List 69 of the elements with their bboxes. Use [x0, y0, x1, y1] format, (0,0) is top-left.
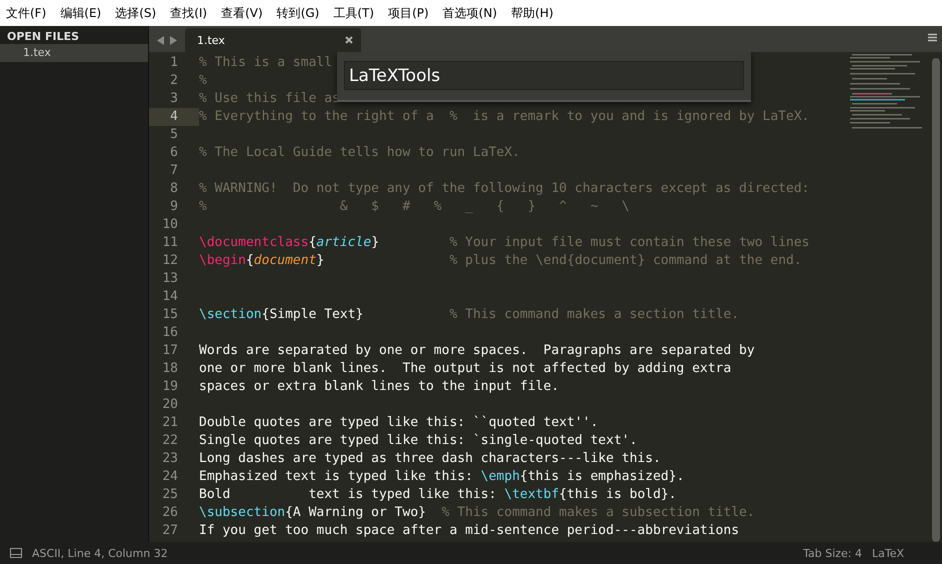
tab-size[interactable]: Tab Size: 4 — [803, 546, 862, 560]
line-number: 18 — [161, 360, 179, 378]
code-line: Long dashes are typed as three dash characters---like this. — [199, 450, 661, 468]
line-number: 21 — [161, 414, 179, 432]
line-number: 23 — [161, 450, 179, 468]
line-number: 9 — [169, 198, 179, 216]
line-number: 5 — [169, 126, 179, 144]
line-number: 7 — [169, 162, 179, 180]
line-number: 26 — [161, 504, 179, 522]
menu-item[interactable]: 项目(P) — [388, 4, 436, 22]
menu-item[interactable]: 工具(T) — [333, 4, 382, 22]
line-number: 27 — [161, 522, 179, 540]
line-number: 19 — [161, 378, 179, 396]
menu-icon[interactable] — [928, 33, 937, 42]
code-line: Single quotes are typed like this: `single-quoted text'. — [199, 432, 638, 450]
menu-item[interactable]: 转到(G) — [276, 4, 326, 22]
line-number: 16 — [161, 324, 179, 342]
code-line: \subsection{A Warning or Two} % This command makes a subsection title. — [199, 504, 755, 522]
line-number: 11 — [161, 234, 179, 252]
line-number: 22 — [161, 432, 179, 450]
menu-item[interactable]: 首选项(N) — [442, 4, 504, 22]
code-line: Words are separated by one or more spaces. Paragraphs are separated by — [199, 342, 755, 360]
code-line: spaces or extra blank lines to the input file. — [199, 378, 560, 396]
menu-item[interactable]: 查找(I) — [170, 4, 214, 22]
menu-item[interactable]: 帮助(H) — [511, 4, 560, 22]
panel-icon[interactable] — [10, 548, 22, 558]
code-line: \begin{document} % plus the \end{document} command at the end. — [199, 252, 802, 270]
menu-item[interactable]: 选择(S) — [115, 4, 164, 22]
code-line: % Everything to the right of a % is a remark to you and is ignored by LaTeX. — [199, 108, 810, 126]
line-number: 25 — [161, 486, 179, 504]
line-number: 17 — [161, 342, 179, 360]
syntax-mode[interactable]: LaTeX — [872, 546, 932, 560]
line-number: 14 — [161, 288, 179, 306]
line-number: 8 — [169, 180, 179, 198]
code-line: % The Local Guide tells how to run LaTeX. — [199, 144, 520, 162]
line-number: 6 — [169, 144, 179, 162]
line-number: 20 — [161, 396, 179, 414]
right-arrow-icon[interactable] — [170, 36, 177, 45]
file-tab[interactable]: 1.tex — [185, 28, 361, 52]
code-line: If you get too much space after a mid-sentence period---abbreviations — [199, 522, 740, 540]
code-line: Emphasized text is typed like this: \emph{this is emphasized}. — [199, 468, 684, 486]
code-line: \documentclass{article} % Your input file must contain these two lines — [199, 234, 810, 252]
code-line: % This is a small — [199, 54, 332, 72]
line-number: 15 — [161, 306, 179, 324]
menu-item[interactable]: 文件(F) — [6, 4, 54, 22]
line-number: 10 — [161, 216, 179, 234]
code-line: % — [199, 72, 207, 90]
line-number: 3 — [169, 90, 179, 108]
code-line: Bold text is typed like this: \textbf{this is bold}. — [199, 486, 676, 504]
code-line: Double quotes are typed like this: ``quoted text''. — [199, 414, 598, 432]
sidebar-header: OPEN FILES — [6, 29, 80, 44]
command-input[interactable]: LaTeXTools — [344, 61, 744, 90]
line-number: 12 — [161, 252, 179, 270]
left-arrow-icon[interactable] — [157, 36, 164, 45]
code-line: one or more blank lines. The output is not affected by adding extra — [199, 360, 732, 378]
sidebar-file[interactable]: 1.tex — [0, 44, 148, 62]
cursor-position: ASCII, Line 4, Column 32 — [32, 546, 168, 560]
line-number: 2 — [169, 72, 179, 90]
menu-item[interactable]: 编辑(E) — [60, 4, 108, 22]
line-number: 1 — [169, 54, 179, 72]
line-number: 13 — [161, 270, 179, 288]
code-line: \section{Simple Text} % This command makes a section title. — [199, 306, 740, 324]
scrollbar[interactable] — [932, 58, 940, 542]
code-line: % WARNING! Do not type any of the following 10 characters except as directed: — [199, 180, 810, 198]
line-number: 4 — [149, 108, 199, 126]
close-icon[interactable] — [345, 36, 353, 44]
menu-item[interactable]: 查看(V) — [221, 4, 270, 22]
line-number: 24 — [161, 468, 179, 486]
code-line: % & $ # % _ { } ^ ~ \ — [199, 198, 630, 216]
